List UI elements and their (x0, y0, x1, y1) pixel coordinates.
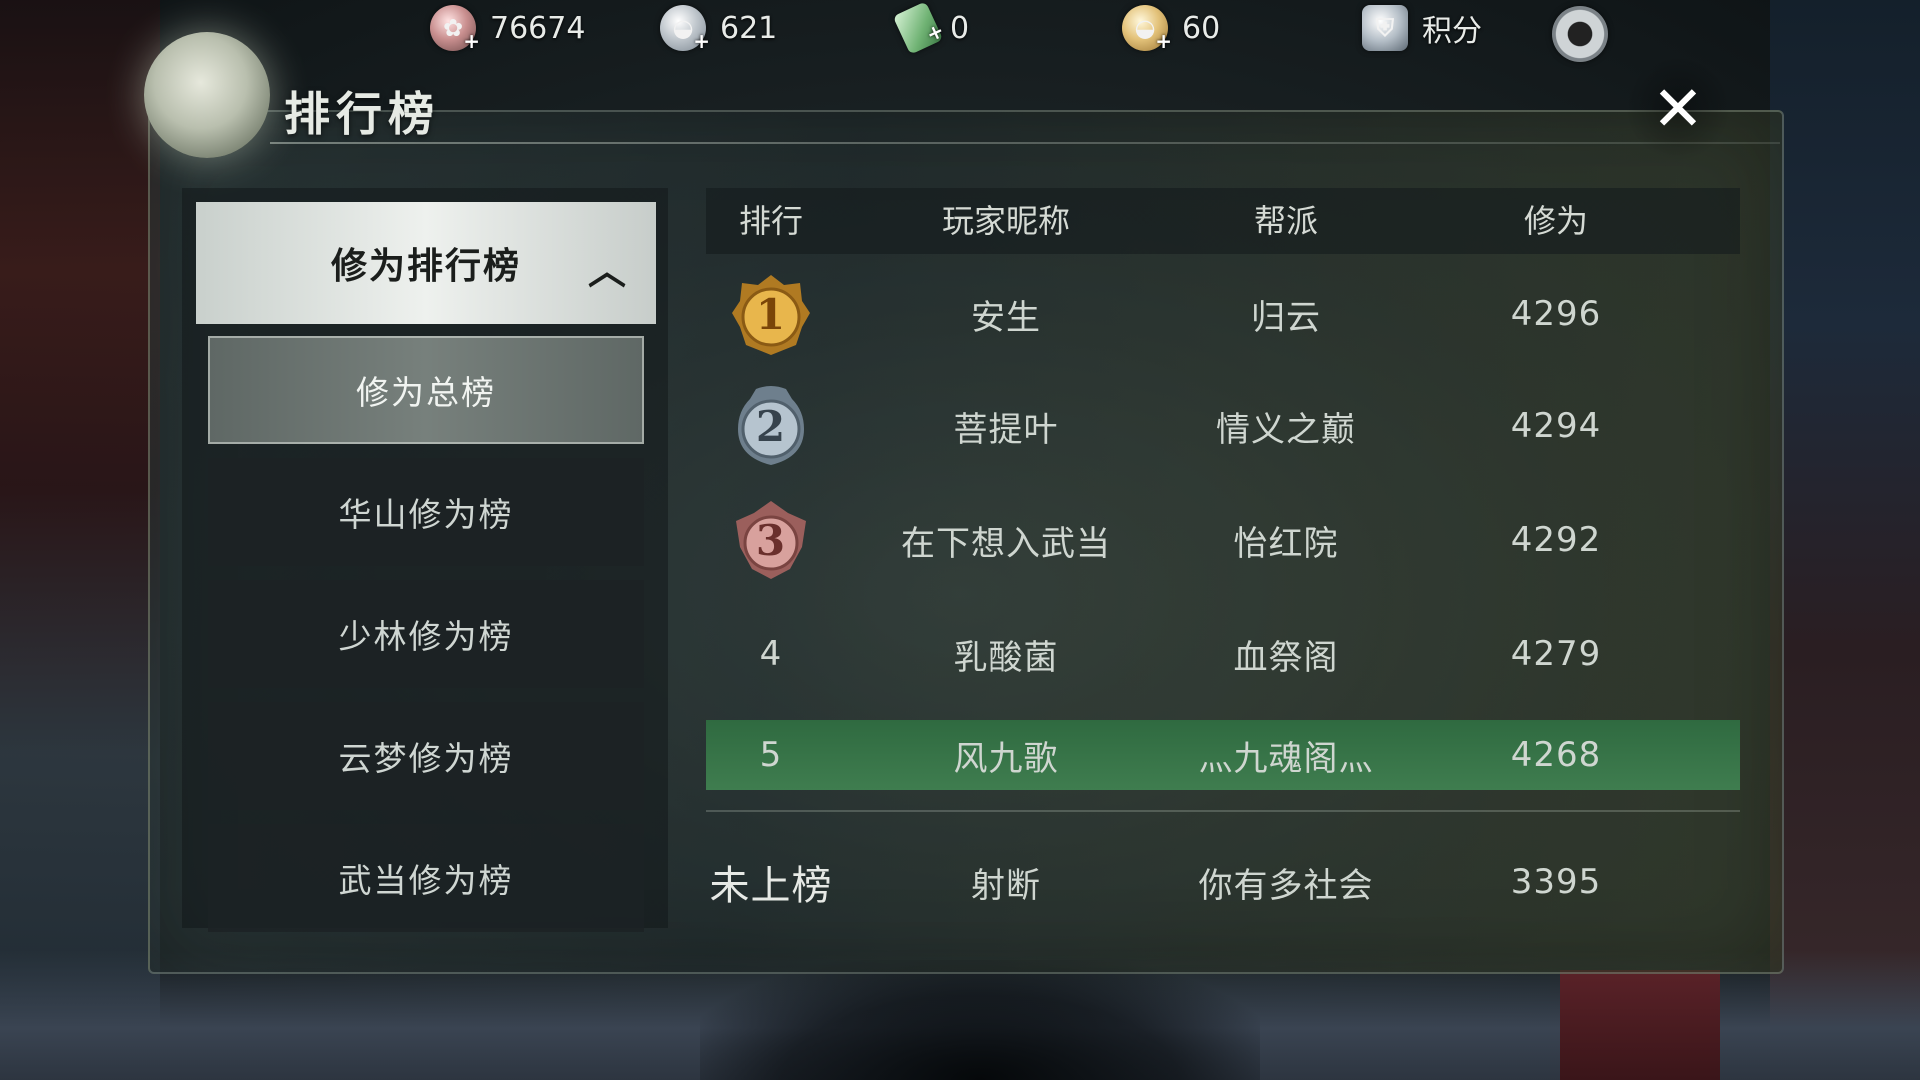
silver-ingot-icon: ◒ + (660, 5, 710, 53)
background-shadow (700, 960, 1260, 1080)
resource-points[interactable]: ⛨ 积分 (1362, 0, 1482, 56)
column-header-guild: 帮派 (1253, 202, 1318, 240)
column-header-score: 修为 (1523, 202, 1588, 240)
resource-value: 0 (950, 10, 970, 46)
score-value: 4292 (1510, 520, 1602, 560)
silver-medal-icon: 2 (730, 383, 812, 469)
gold-ingot-icon: ◒ + (1122, 5, 1172, 53)
coin-icon: ✿ + (430, 5, 480, 53)
my-player-name: 射断 (971, 865, 1041, 906)
menu-item-huashan[interactable]: 华山修为榜 (208, 458, 644, 566)
my-rank-row: 未上榜 射断 你有多社会 3395 (706, 826, 1740, 938)
background-right-scenery (1770, 0, 1920, 1080)
guild-name: 灬九魂阁灬 (1198, 738, 1374, 779)
guild-name: 情义之巅 (1216, 409, 1356, 450)
player-name: 风九歌 (953, 738, 1059, 779)
background-left-scenery (0, 0, 160, 1080)
ranking-table: 排行 玩家昵称 帮派 修为 1 安生 归云 4296 2 菩提叶 情义之巅 42… (706, 188, 1740, 928)
medal-number: 3 (755, 515, 787, 565)
guild-name: 血祭阁 (1233, 637, 1339, 678)
my-rank-status: 未上榜 (709, 863, 833, 909)
moon-emblem-icon (144, 32, 270, 158)
table-row-highlighted[interactable]: 5 风九歌 灬九魂阁灬 4268 (706, 720, 1740, 790)
medal-number: 1 (755, 289, 787, 339)
table-row[interactable]: 1 安生 归云 4296 (706, 258, 1740, 370)
rank-cell: 1 (706, 258, 836, 370)
close-button[interactable]: ✕ (1625, 55, 1731, 161)
score-value: 4279 (1510, 634, 1602, 674)
guild-name: 归云 (1251, 297, 1321, 338)
bronze-medal-icon: 3 (730, 497, 812, 583)
column-header-rank: 排行 (738, 202, 803, 240)
resource-coin[interactable]: ✿ + 76674 (430, 0, 585, 56)
table-row[interactable]: 2 菩提叶 情义之巅 4294 (706, 370, 1740, 482)
medal-number: 2 (755, 401, 787, 451)
player-name: 在下想入武当 (901, 523, 1111, 564)
gold-medal-icon: 1 (730, 271, 812, 357)
menu-item-label: 华山修为榜 (338, 495, 514, 534)
resource-value: 621 (720, 10, 778, 46)
menu-group-label: 修为排行榜 (330, 246, 521, 287)
my-score-value: 3395 (1510, 862, 1602, 902)
resource-value: 60 (1182, 10, 1221, 46)
resource-gold-ingot[interactable]: ◒ + 60 (1122, 0, 1220, 56)
menu-group-header[interactable]: 修为排行榜 ︿ (196, 202, 656, 324)
resource-value: 76674 (490, 10, 586, 46)
background-red-cloth (1560, 970, 1720, 1080)
category-menu: 修为排行榜 ︿ 修为总榜 华山修为榜 少林修为榜 云梦修为榜 武当修为榜 (182, 188, 668, 932)
score-value: 4268 (1510, 735, 1602, 775)
column-header-name: 玩家昵称 (941, 202, 1070, 240)
menu-item-label: 武当修为榜 (338, 861, 514, 900)
rank-cell: 3 (706, 484, 836, 596)
table-header: 排行 玩家昵称 帮派 修为 (706, 188, 1740, 254)
menu-item-wudang[interactable]: 武当修为榜 (208, 824, 644, 932)
page-title: 排行榜 (284, 87, 440, 141)
my-guild-name: 你有多社会 (1198, 865, 1374, 906)
player-name: 菩提叶 (953, 409, 1059, 450)
title-divider (270, 142, 1780, 144)
menu-item-label: 云梦修为榜 (338, 739, 514, 778)
table-divider (706, 810, 1740, 812)
resource-jade-ticket[interactable]: + 0 (892, 0, 970, 56)
player-name: 安生 (971, 297, 1041, 338)
resource-silver-ingot[interactable]: ◒ + 621 (660, 0, 777, 56)
guild-name: 怡红院 (1233, 523, 1339, 564)
player-name: 乳酸菌 (953, 637, 1059, 678)
score-value: 4294 (1510, 406, 1602, 446)
rank-cell: 2 (706, 370, 836, 482)
menu-item-yunmeng[interactable]: 云梦修为榜 (208, 702, 644, 810)
jade-ticket-icon: + (892, 1, 948, 55)
table-row[interactable]: 3 在下想入武当 怡红院 4292 (706, 484, 1740, 596)
chevron-up-icon: ︿ (587, 249, 628, 293)
score-value: 4296 (1510, 294, 1602, 334)
resource-label: 积分 (1422, 14, 1482, 49)
menu-item-shaolin[interactable]: 少林修为榜 (208, 580, 644, 688)
menu-item-label: 少林修为榜 (338, 617, 514, 656)
points-badge-icon: ⛨ (1362, 5, 1408, 51)
table-row[interactable]: 4 乳酸菌 血祭阁 4279 (706, 598, 1740, 710)
settings-gear-icon[interactable] (1552, 6, 1608, 62)
menu-item-total[interactable]: 修为总榜 (208, 336, 644, 444)
rank-number: 5 (759, 735, 783, 775)
menu-item-label: 修为总榜 (356, 373, 496, 412)
rank-number: 4 (759, 634, 783, 674)
